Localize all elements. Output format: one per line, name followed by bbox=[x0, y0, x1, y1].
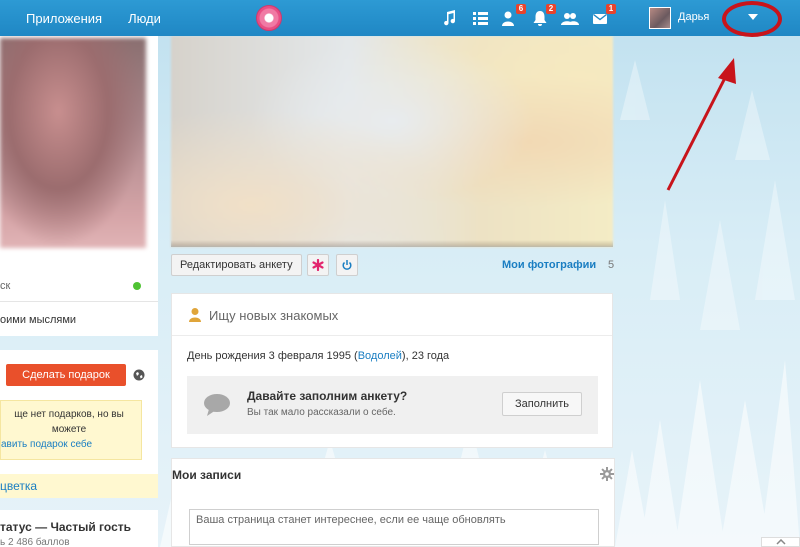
annotation-arrow-icon bbox=[666, 58, 736, 191]
notification-icons: 6 2 1 bbox=[440, 0, 616, 36]
profile-photo[interactable] bbox=[0, 38, 146, 248]
user-name[interactable]: Дарья bbox=[678, 11, 709, 23]
gift-note-text-2: можете bbox=[51, 424, 87, 435]
power-button[interactable] bbox=[336, 254, 358, 276]
globe-icon[interactable] bbox=[133, 369, 145, 381]
notes-title[interactable]: Мои записи bbox=[172, 468, 241, 482]
new-note-input[interactable]: Ваша страница станет интереснее, если ее… bbox=[189, 509, 599, 545]
fill-prompt-title: Давайте заполним анкету? bbox=[247, 389, 408, 403]
divider bbox=[0, 301, 158, 302]
cover-photos[interactable] bbox=[171, 36, 613, 247]
person-icon bbox=[189, 308, 201, 322]
about-card: Ищу новых знакомых День рождения 3 февра… bbox=[171, 293, 613, 448]
my-photos-link[interactable]: Мои фотографии bbox=[502, 259, 596, 271]
friends-badge: 6 bbox=[516, 4, 526, 14]
birthday-text: День рождения 3 февраля 1995 ( bbox=[187, 350, 358, 362]
about-title[interactable]: Ищу новых знакомых bbox=[209, 308, 338, 323]
friends-icon[interactable]: 6 bbox=[500, 4, 526, 28]
about-header: Ищу новых знакомых bbox=[172, 294, 612, 336]
feed-icon[interactable] bbox=[470, 8, 494, 28]
notifications-badge: 2 bbox=[546, 4, 556, 14]
music-icon[interactable] bbox=[440, 8, 464, 28]
nav-link-apps[interactable]: Приложения bbox=[26, 11, 102, 26]
scroll-to-top-button[interactable] bbox=[761, 537, 800, 547]
photos-count: 5 bbox=[608, 259, 615, 271]
messages-badge: 1 bbox=[606, 4, 616, 14]
main-nav: Приложения Люди bbox=[0, 0, 187, 36]
zodiac-link[interactable]: Водолей bbox=[358, 350, 402, 362]
user-avatar[interactable] bbox=[649, 7, 671, 29]
my-notes-card: Мои записи Ваша страница станет интересн… bbox=[171, 458, 615, 547]
status-title: татус — Частый гость bbox=[0, 520, 131, 534]
site-logo-icon[interactable] bbox=[256, 5, 282, 31]
speech-bubble-icon bbox=[204, 394, 230, 416]
birthday-line: День рождения 3 февраля 1995 (Водолей), … bbox=[187, 350, 449, 362]
mail-icon[interactable]: 1 bbox=[590, 4, 616, 28]
annotation-circle bbox=[722, 1, 782, 37]
online-indicator bbox=[133, 282, 141, 290]
left-sidebar: ск оими мыслями Сделать подарок ще нет п… bbox=[0, 36, 158, 547]
flower-button[interactable] bbox=[307, 254, 329, 276]
status-card: татус — Частый гость ь 2 486 баллов bbox=[0, 510, 158, 547]
make-gift-button[interactable]: Сделать подарок bbox=[6, 364, 126, 386]
bell-icon[interactable]: 2 bbox=[530, 4, 556, 28]
asterisk-flower-icon bbox=[312, 259, 324, 271]
fill-prompt-subtitle: Вы так мало рассказали о себе. bbox=[247, 407, 396, 418]
no-gifts-note: ще нет подарков, но вы можете авить пода… bbox=[0, 400, 142, 460]
online-status-text: ск bbox=[0, 280, 11, 292]
gifts-card: Сделать подарок ще нет подарков, но вы м… bbox=[0, 350, 158, 498]
power-icon bbox=[342, 260, 352, 270]
profile-actions: Редактировать анкету Мои фотографии 5 bbox=[171, 254, 615, 278]
gift-self-link[interactable]: авить подарок себе bbox=[1, 437, 137, 452]
fill-profile-prompt: Давайте заполним анкету? Вы так мало рас… bbox=[187, 376, 598, 434]
profile-card: ск оими мыслями bbox=[0, 36, 158, 336]
top-navigation-bar: Приложения Люди 6 2 1 Дарья bbox=[0, 0, 800, 36]
birthday-age: ), 23 года bbox=[401, 350, 450, 362]
share-thoughts-link[interactable]: оими мыслями bbox=[0, 314, 76, 326]
guests-icon[interactable] bbox=[560, 8, 584, 28]
gear-icon[interactable] bbox=[600, 467, 614, 481]
cover-shadow bbox=[171, 240, 613, 247]
status-points: ь 2 486 баллов bbox=[0, 537, 70, 547]
edit-profile-button[interactable]: Редактировать анкету bbox=[171, 254, 302, 276]
chevron-up-icon bbox=[775, 539, 786, 545]
gift-note-text: ще нет подарков, но вы bbox=[14, 409, 124, 420]
nav-link-people[interactable]: Люди bbox=[128, 11, 161, 26]
fill-profile-button[interactable]: Заполнить bbox=[502, 392, 582, 416]
flower-link[interactable]: цветка bbox=[0, 474, 158, 498]
